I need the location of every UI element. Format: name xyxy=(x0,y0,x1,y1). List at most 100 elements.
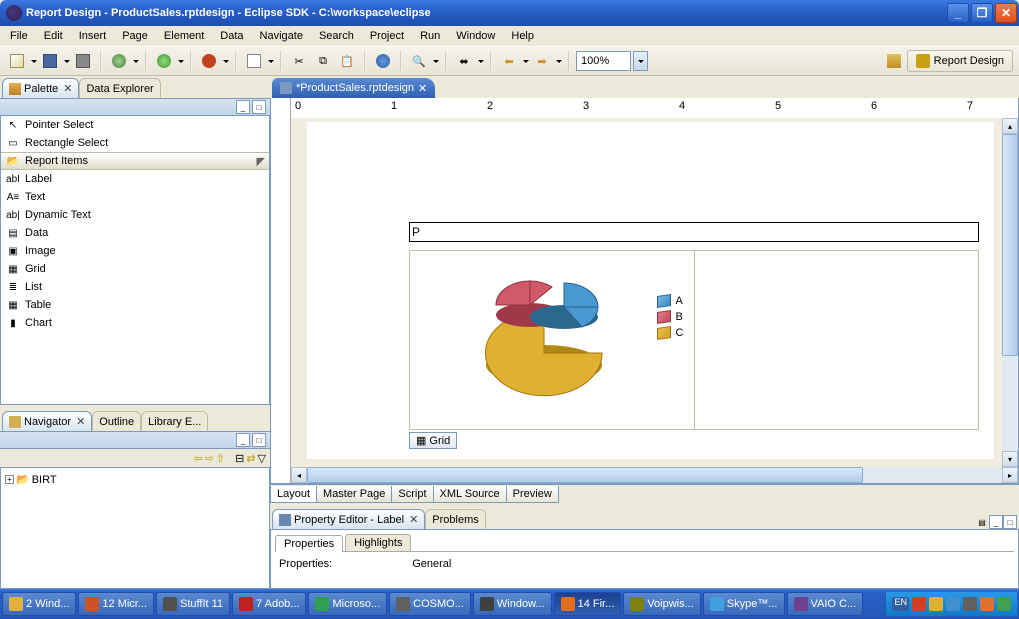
collapse-all-icon[interactable]: ⊟ xyxy=(235,452,244,465)
tray-icon[interactable] xyxy=(997,597,1011,611)
menu-file[interactable]: File xyxy=(4,28,34,44)
palette-section-report-items[interactable]: 📂Report Items◤ xyxy=(1,152,269,170)
menu-insert[interactable]: Insert xyxy=(73,28,113,44)
palette-grid[interactable]: ▦Grid xyxy=(1,260,269,278)
pin-icon[interactable]: ◤ xyxy=(257,155,265,168)
close-icon[interactable]: ✕ xyxy=(63,82,72,95)
nav-fwd-icon[interactable]: ⇨ xyxy=(205,452,214,465)
toggle-button[interactable] xyxy=(372,50,394,72)
taskbar-item[interactable]: StuffIt 11 xyxy=(156,592,230,616)
tray-icon[interactable] xyxy=(912,597,926,611)
back-button[interactable]: ⬅ xyxy=(498,50,520,72)
search-dropdown[interactable] xyxy=(432,57,439,66)
minimize-view-button[interactable]: _ xyxy=(236,433,250,447)
new-dropdown[interactable] xyxy=(30,57,37,66)
palette-image[interactable]: ▣Image xyxy=(1,242,269,260)
maximize-view-button[interactable]: □ xyxy=(252,100,266,114)
tray-icon[interactable] xyxy=(946,597,960,611)
palette-label[interactable]: abILabel xyxy=(1,170,269,188)
save-dropdown[interactable] xyxy=(63,57,70,66)
nav-back-icon[interactable]: ⇦ xyxy=(193,452,202,465)
palette-data[interactable]: ▤Data xyxy=(1,224,269,242)
ext-tools-button[interactable] xyxy=(198,50,220,72)
taskbar-item[interactable]: 7 Adob... xyxy=(232,592,306,616)
scroll-up-button[interactable]: ▴ xyxy=(1002,118,1018,134)
menu-window[interactable]: Window xyxy=(450,28,501,44)
grid-breadcrumb[interactable]: ▦Grid xyxy=(409,432,457,449)
tab-master-page[interactable]: Master Page xyxy=(316,486,392,503)
perspective-report-design[interactable]: Report Design xyxy=(907,50,1013,72)
empty-grid-cell[interactable] xyxy=(695,251,979,429)
palette-pointer-select[interactable]: ↖Pointer Select xyxy=(1,116,269,134)
view-menu-icon[interactable]: ▽ xyxy=(258,452,266,465)
taskbar-item[interactable]: 12 Micr... xyxy=(78,592,154,616)
new-report-dropdown[interactable] xyxy=(267,57,274,66)
taskbar-item[interactable]: Voipwis... xyxy=(623,592,700,616)
expand-icon[interactable]: + xyxy=(5,475,14,484)
perspective-switcher[interactable] xyxy=(883,50,905,72)
forward-button[interactable]: ➡ xyxy=(531,50,553,72)
tab-navigator[interactable]: Navigator✕ xyxy=(2,411,92,431)
menu-navigate[interactable]: Navigate xyxy=(254,28,309,44)
tray-icon[interactable] xyxy=(980,597,994,611)
print-button[interactable] xyxy=(72,50,94,72)
taskbar-item[interactable]: 14 Fir... xyxy=(554,592,622,616)
paste-button[interactable]: 📋 xyxy=(336,50,358,72)
copy-button[interactable]: ⧉ xyxy=(312,50,334,72)
palette-list[interactable]: ≣List xyxy=(1,278,269,296)
scroll-left-button[interactable]: ◂ xyxy=(291,467,307,483)
menu-run[interactable]: Run xyxy=(414,28,446,44)
scroll-thumb[interactable] xyxy=(1002,134,1018,356)
taskbar-item[interactable]: VAIO C... xyxy=(787,592,864,616)
system-tray[interactable]: EN xyxy=(885,592,1017,616)
tray-icon[interactable] xyxy=(929,597,943,611)
tab-library[interactable]: Library E... xyxy=(141,411,208,431)
nav-button[interactable]: ⬌ xyxy=(453,50,475,72)
tab-property-editor[interactable]: Property Editor - Label✕ xyxy=(272,509,425,529)
subtab-highlights[interactable]: Highlights xyxy=(345,534,411,551)
tray-language[interactable]: EN xyxy=(892,597,909,611)
close-button[interactable]: ✕ xyxy=(995,3,1017,23)
report-page[interactable]: A B C ▦Grid xyxy=(307,122,994,459)
editor-tab-productsales[interactable]: *ProductSales.rptdesign ✕ xyxy=(272,78,435,98)
subtab-properties[interactable]: Properties xyxy=(275,535,343,552)
tab-script[interactable]: Script xyxy=(391,486,433,503)
nav-up-icon[interactable]: ⇧ xyxy=(216,452,225,465)
vertical-scrollbar[interactable]: ▴ ▾ xyxy=(1002,118,1018,467)
tab-palette[interactable]: Palette✕ xyxy=(2,78,79,98)
menu-search[interactable]: Search xyxy=(313,28,360,44)
back-dropdown[interactable] xyxy=(522,57,529,66)
palette-table[interactable]: ▦Table xyxy=(1,296,269,314)
zoom-dropdown[interactable] xyxy=(633,51,648,71)
menu-data[interactable]: Data xyxy=(214,28,249,44)
tray-icon[interactable] xyxy=(963,597,977,611)
label-edit-cell[interactable] xyxy=(409,222,979,242)
palette-text[interactable]: A≡Text xyxy=(1,188,269,206)
maximize-view-button[interactable]: □ xyxy=(252,433,266,447)
debug-button[interactable] xyxy=(108,50,130,72)
menu-project[interactable]: Project xyxy=(364,28,410,44)
minimize-button[interactable]: _ xyxy=(947,3,969,23)
search-button[interactable]: 🔍 xyxy=(408,50,430,72)
close-icon[interactable]: ✕ xyxy=(418,82,427,95)
taskbar-item[interactable]: COSMO... xyxy=(389,592,471,616)
menu-help[interactable]: Help xyxy=(505,28,540,44)
taskbar-item[interactable]: Window... xyxy=(473,592,552,616)
tab-preview[interactable]: Preview xyxy=(506,486,559,503)
save-button[interactable] xyxy=(39,50,61,72)
minimize-view-button[interactable]: _ xyxy=(989,515,1003,529)
run-button[interactable] xyxy=(153,50,175,72)
taskbar-item[interactable]: Skype™... xyxy=(703,592,785,616)
zoom-input[interactable]: 100% xyxy=(576,51,631,71)
tab-problems[interactable]: Problems xyxy=(425,509,485,529)
nav-dropdown[interactable] xyxy=(477,57,484,66)
scroll-down-button[interactable]: ▾ xyxy=(1002,451,1018,467)
tab-outline[interactable]: Outline xyxy=(92,411,141,431)
minimize-view-button[interactable]: _ xyxy=(236,100,250,114)
taskbar-item[interactable]: 2 Wind... xyxy=(2,592,76,616)
maximize-button[interactable]: ❐ xyxy=(971,3,993,23)
palette-rectangle-select[interactable]: ▭Rectangle Select xyxy=(1,134,269,152)
tab-data-explorer[interactable]: Data Explorer xyxy=(79,78,160,98)
menu-page[interactable]: Page xyxy=(116,28,154,44)
close-icon[interactable]: ✕ xyxy=(409,513,418,526)
